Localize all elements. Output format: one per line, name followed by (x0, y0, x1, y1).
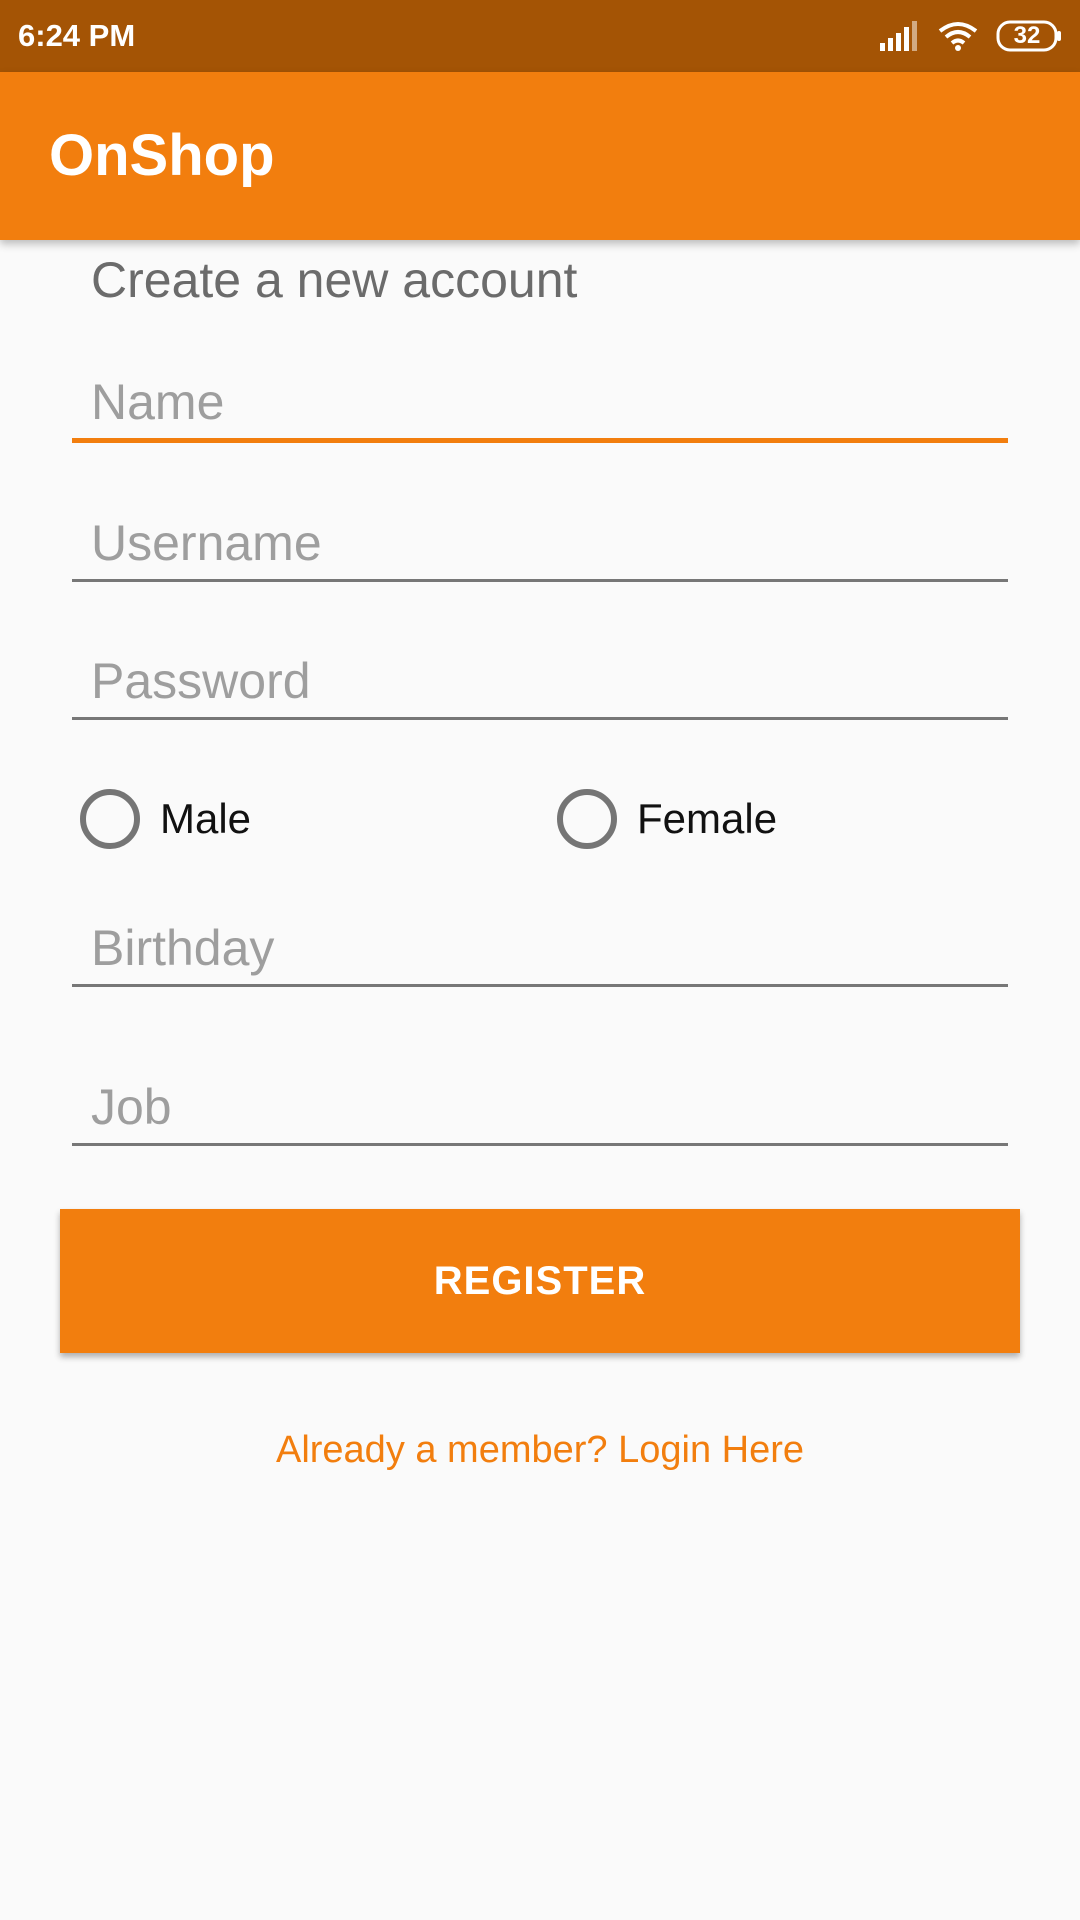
app-title: OnShop (49, 123, 275, 188)
name-field-underline (72, 438, 1008, 443)
status-time: 6:24 PM (18, 18, 136, 53)
female-radio-circle[interactable] (557, 789, 617, 849)
job-field-container (72, 1071, 1008, 1146)
password-field-underline (72, 717, 1008, 720)
signal-icon (880, 21, 920, 51)
job-field-underline (72, 1143, 1008, 1146)
status-icons: 32 (880, 18, 1062, 54)
app-bar: OnShop (0, 72, 1080, 240)
status-bar: 6:24 PM 32 (0, 0, 1080, 72)
male-radio-circle[interactable] (80, 789, 140, 849)
wifi-icon (938, 21, 978, 51)
username-field-container (72, 507, 1008, 582)
login-link[interactable]: Already a member? Login Here (0, 1425, 1080, 1475)
battery-level: 32 (1013, 22, 1041, 49)
name-field-container (72, 366, 1008, 443)
birthday-field[interactable] (72, 912, 1008, 984)
birthday-field-container (72, 912, 1008, 987)
password-field-container (72, 645, 1008, 720)
birthday-field-underline (72, 984, 1008, 987)
female-radio[interactable]: Female (557, 786, 777, 852)
register-button[interactable]: REGISTER (60, 1209, 1020, 1353)
name-field[interactable] (72, 366, 1008, 438)
username-field[interactable] (72, 507, 1008, 579)
male-radio[interactable]: Male (80, 786, 251, 852)
username-field-underline (72, 579, 1008, 582)
password-field[interactable] (72, 645, 1008, 717)
job-field[interactable] (72, 1071, 1008, 1143)
battery-icon: 32 (996, 20, 1062, 52)
female-radio-label: Female (637, 795, 778, 842)
page-title: Create a new account (91, 252, 578, 308)
male-radio-label: Male (160, 795, 252, 842)
